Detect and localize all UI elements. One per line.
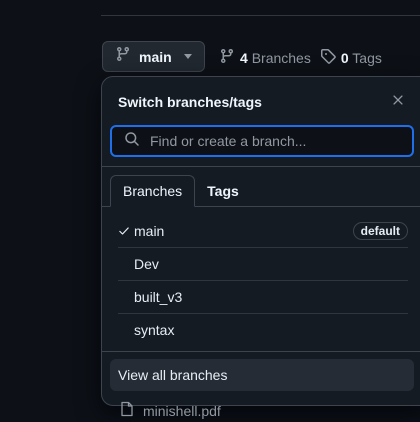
- file-list-item[interactable]: minishell.pdf: [120, 401, 221, 420]
- branch-search-input[interactable]: [148, 132, 402, 150]
- chevron-down-icon: [183, 54, 192, 59]
- branch-item-built-v3[interactable]: built_v3: [118, 281, 408, 314]
- close-icon: [391, 93, 405, 112]
- branches-link[interactable]: 4 Branches: [219, 48, 311, 67]
- tab-bar: Branches Tags: [110, 175, 251, 207]
- close-button[interactable]: [388, 92, 408, 112]
- view-all-branches-button[interactable]: View all branches: [110, 359, 414, 391]
- git-branch-icon: [219, 48, 235, 67]
- branch-name: syntax: [134, 322, 175, 338]
- search-icon: [124, 131, 140, 152]
- divider: [102, 166, 420, 167]
- branch-selector-label: main: [139, 48, 172, 65]
- tag-icon: [320, 48, 336, 67]
- tags-link[interactable]: 0 Tags: [320, 48, 382, 67]
- branch-name: Dev: [134, 256, 159, 272]
- branch-item-dev[interactable]: Dev: [118, 248, 408, 281]
- branch-switcher-panel: Switch branches/tags Branches Tags main: [101, 76, 420, 406]
- default-badge: default: [352, 222, 408, 240]
- branch-item-main[interactable]: main default: [118, 215, 408, 248]
- file-name: minishell.pdf: [143, 402, 221, 419]
- panel-title: Switch branches/tags: [118, 94, 262, 110]
- repository-page: main 4 Branches 0 Tags Switch branches/t…: [0, 0, 420, 422]
- file-icon: [120, 401, 134, 420]
- tab-tags[interactable]: Tags: [195, 175, 251, 207]
- branch-name: built_v3: [134, 289, 183, 305]
- branch-name: main: [134, 223, 165, 239]
- divider: [102, 351, 420, 352]
- tags-label: Tags: [352, 49, 382, 66]
- branch-item-syntax[interactable]: syntax: [118, 314, 408, 346]
- divider: [101, 15, 420, 16]
- branch-search-field[interactable]: [110, 125, 414, 157]
- repo-stats: 4 Branches 0 Tags: [219, 48, 382, 67]
- tags-count: 0: [340, 49, 349, 66]
- branch-list: main default Dev built_v3 syntax: [118, 215, 408, 346]
- tab-branches[interactable]: Branches: [110, 175, 196, 207]
- branch-selector-button[interactable]: main: [102, 41, 205, 72]
- branches-label: Branches: [251, 49, 311, 66]
- check-icon: [118, 225, 134, 237]
- git-branch-icon: [115, 46, 131, 67]
- branches-count: 4: [240, 49, 248, 66]
